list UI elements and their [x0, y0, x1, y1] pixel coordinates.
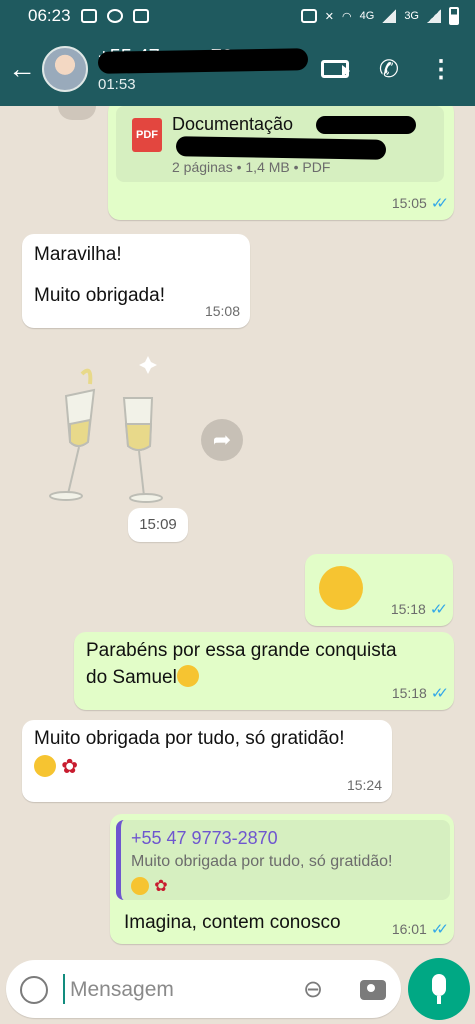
champagne-toast-sticker[interactable]	[48, 354, 173, 504]
forward-button[interactable]: ➦	[201, 419, 243, 461]
voice-call-icon[interactable]: ✆	[379, 55, 399, 84]
incoming-message[interactable]: Maravilha! Muito obrigada! 15:08	[22, 234, 250, 328]
video-call-icon[interactable]	[320, 60, 349, 78]
document-title: Documentação	[172, 114, 294, 134]
mic-icon	[432, 974, 446, 996]
camera-icon[interactable]	[360, 980, 386, 1000]
rose-emoji: ✿	[61, 755, 79, 778]
redaction-mark	[97, 47, 309, 74]
message-time: 15:18 ✓✓	[391, 685, 449, 702]
network-4g: 4G	[359, 10, 375, 22]
read-receipt-icon: ✓✓	[430, 921, 449, 938]
voicemail-icon	[132, 9, 149, 23]
pdf-card[interactable]: PDF Documentação 2 páginas • 1,4 MB • PD…	[116, 106, 444, 182]
chat-header: ← +55 47 ···· ··70 01:53 ✆ ⋮	[0, 32, 475, 106]
incoming-message[interactable]: Muito obrigada por tudo, só gratidão! ✿ …	[22, 720, 392, 802]
quoted-text: Muito obrigada por tudo, só gratidão!	[131, 853, 393, 871]
nfc-icon	[300, 9, 317, 23]
emoji-icon[interactable]	[20, 976, 48, 1004]
more-options-icon[interactable]: ⋮	[429, 55, 453, 84]
face-blowing-kiss-emoji	[131, 876, 149, 895]
whatsapp-notification-icon	[106, 9, 123, 23]
status-bar: 06:23 ✕ ◠ 4G 3G	[0, 0, 475, 32]
message-placeholder: Mensagem	[70, 978, 174, 1001]
attach-icon[interactable]: ⊘	[296, 972, 331, 1007]
network-3g: 3G	[404, 10, 419, 22]
outgoing-message[interactable]: Parabéns por essa grande conquista do Sa…	[74, 632, 454, 710]
message-input[interactable]: Mensagem ⊘	[6, 960, 401, 1018]
document-meta: 2 páginas • 1,4 MB • PDF	[172, 159, 331, 175]
message-time: 16:01 ✓✓	[391, 921, 449, 938]
sticker-time: 15:09	[128, 508, 188, 542]
forward-icon[interactable]	[58, 106, 96, 120]
message-text: Imagina, contem conosco	[124, 912, 341, 933]
message-time: 15:08	[204, 303, 240, 320]
back-arrow-icon[interactable]: ←	[2, 53, 42, 85]
battery-icon	[449, 7, 459, 25]
smiling-face-emoji	[319, 566, 363, 610]
mic-button[interactable]	[408, 958, 470, 1020]
read-receipt-icon: ✓✓	[430, 195, 449, 212]
signal-icon-2	[427, 9, 441, 23]
face-blowing-kiss-emoji	[34, 754, 56, 777]
redaction-mark	[316, 116, 416, 134]
redaction-mark	[175, 136, 387, 160]
signal-icon	[382, 9, 397, 23]
message-time: 15:05 ✓✓	[391, 195, 449, 212]
message-time: 15:24	[346, 777, 382, 794]
message-text: do Samuel	[86, 666, 177, 688]
pdf-file-icon: PDF	[132, 118, 162, 152]
document-message[interactable]: PDF Documentação 2 páginas • 1,4 MB • PD…	[108, 106, 454, 220]
quoted-sender: +55 47 9773-2870	[131, 828, 278, 848]
message-time: 15:18 ✓✓	[390, 601, 448, 618]
wifi-icon: ◠	[342, 10, 352, 23]
chat-area[interactable]: PDF Documentação 2 páginas • 1,4 MB • PD…	[0, 106, 475, 956]
gallery-icon	[80, 9, 97, 23]
outgoing-reply-message[interactable]: +55 47 9773-2870 Muito obrigada por tudo…	[110, 814, 454, 944]
message-composer: Mensagem ⊘	[0, 956, 475, 1024]
contact-info[interactable]: +55 47 ···· ··70 01:53	[97, 46, 309, 93]
contact-subtitle: 01:53	[98, 75, 136, 93]
message-text: Parabéns por essa grande conquista	[86, 640, 397, 661]
text-caret	[63, 974, 65, 1004]
mute-icon: ✕	[324, 10, 335, 23]
quoted-message[interactable]: +55 47 9773-2870 Muito obrigada por tudo…	[116, 820, 450, 900]
status-time: 06:23	[28, 6, 71, 25]
outgoing-emoji-message[interactable]: 15:18 ✓✓	[305, 554, 453, 626]
read-receipt-icon: ✓✓	[429, 601, 448, 618]
rose-emoji: ✿	[154, 877, 168, 895]
grinning-face-emoji	[176, 664, 199, 687]
read-receipt-icon: ✓✓	[430, 685, 449, 702]
message-text: Muito obrigada por tudo, só gratidão!	[34, 728, 345, 749]
avatar[interactable]	[42, 46, 88, 92]
message-text: Maravilha!	[34, 244, 122, 265]
